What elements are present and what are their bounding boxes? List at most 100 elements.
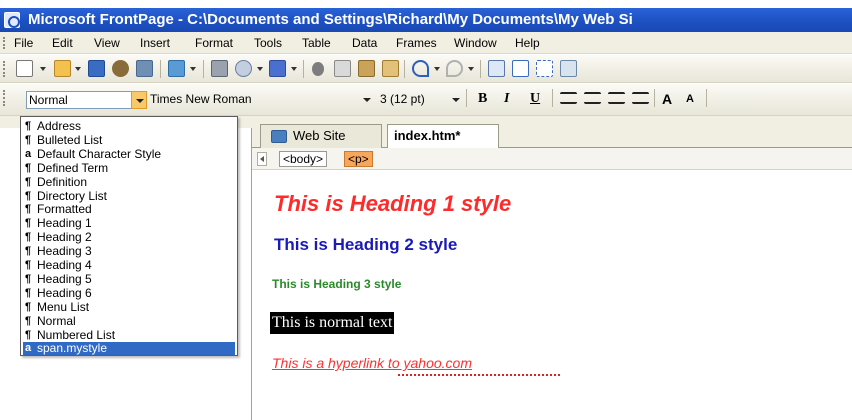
style-option[interactable]: ¶ Address: [23, 120, 235, 133]
menu-table[interactable]: Table: [302, 36, 331, 50]
title-bar: Microsoft FrontPage - C:\Documents and S…: [0, 8, 852, 32]
menu-insert[interactable]: Insert: [140, 36, 170, 50]
font-dropdown-button[interactable]: [360, 91, 374, 109]
design-view-canvas[interactable]: This is Heading 1 style This is Heading …: [252, 170, 852, 420]
style-option[interactable]: a span.mystyle: [23, 342, 235, 356]
menu-format[interactable]: Format: [195, 36, 233, 50]
menu-file[interactable]: File: [14, 36, 33, 50]
tag-back-arrow-icon[interactable]: [257, 152, 267, 166]
style-option[interactable]: ¶ Heading 2: [23, 231, 235, 244]
font-select[interactable]: Times New Roman: [148, 91, 360, 109]
paste-icon[interactable]: [358, 60, 375, 77]
style-option-label: Directory List: [37, 188, 108, 203]
print-icon[interactable]: [211, 60, 228, 77]
tab-index-htm[interactable]: index.htm*: [387, 124, 499, 149]
toolbar-separator: [480, 60, 481, 78]
new-page-icon[interactable]: [16, 60, 33, 77]
style-option[interactable]: ¶ Bulleted List: [23, 133, 235, 147]
underline-button[interactable]: U: [530, 90, 540, 108]
paragraph-mark-icon: ¶: [25, 161, 32, 174]
style-option[interactable]: ¶ Directory List: [23, 188, 235, 203]
style-option-label: Definition: [37, 174, 88, 189]
style-option[interactable]: ¶ Formatted: [23, 203, 235, 216]
paragraph-mark-icon: ¶: [25, 245, 32, 258]
save-icon[interactable]: [88, 60, 105, 77]
style-option[interactable]: a Default Character Style: [23, 147, 235, 161]
cropped-caption-text: [0, 0, 852, 8]
spelling-icon[interactable]: [269, 60, 286, 77]
tag-p-button[interactable]: <p>: [344, 151, 373, 167]
style-option[interactable]: ¶ Menu List: [23, 300, 235, 314]
font-size-select[interactable]: 3 (12 pt): [378, 91, 450, 109]
style-option[interactable]: ¶ Heading 3: [23, 245, 235, 258]
style-option[interactable]: ¶ Heading 4: [23, 259, 235, 272]
menubar-grip[interactable]: [3, 37, 5, 49]
menu-help[interactable]: Help: [515, 36, 540, 50]
style-dropdown-button[interactable]: [131, 91, 147, 109]
menu-window[interactable]: Window: [454, 36, 497, 50]
heading2-text[interactable]: This is Heading 2 style: [274, 235, 457, 255]
style-option[interactable]: ¶ Heading 1: [23, 217, 235, 230]
align-center-icon[interactable]: [584, 92, 601, 104]
style-option-label: Heading 2: [37, 230, 92, 245]
character-style-icon: a: [25, 147, 32, 160]
style-option-label: Defined Term: [37, 160, 109, 175]
web-component-icon[interactable]: [488, 60, 505, 77]
style-option[interactable]: ¶ Defined Term: [23, 160, 235, 175]
toggle-pane-icon[interactable]: [168, 60, 185, 77]
menu-bar: File Edit View Insert Format Tools Table…: [0, 32, 852, 54]
open-folder-icon[interactable]: [54, 60, 71, 77]
align-left-icon[interactable]: [560, 92, 577, 104]
style-option[interactable]: ¶ Definition: [23, 174, 235, 189]
preview-icon[interactable]: [235, 60, 252, 77]
format-painter-icon[interactable]: [382, 60, 399, 77]
decrease-font-size-icon[interactable]: A: [686, 90, 694, 108]
toolbar-grip[interactable]: [3, 61, 5, 77]
open-dropdown-arrow[interactable]: [75, 67, 81, 71]
normal-text-selected[interactable]: This is normal text: [270, 312, 395, 334]
menu-tools[interactable]: Tools: [254, 36, 282, 50]
yahoo-hyperlink[interactable]: This is a hyperlink to yahoo.com: [272, 355, 472, 371]
redo-dropdown-arrow[interactable]: [468, 67, 474, 71]
align-right-icon[interactable]: [608, 92, 625, 104]
menu-data[interactable]: Data: [352, 36, 377, 50]
heading1-text[interactable]: This is Heading 1 style: [274, 191, 511, 217]
heading3-text[interactable]: This is Heading 3 style: [272, 277, 401, 291]
frontpage-app-icon[interactable]: [4, 12, 20, 28]
tab-web-site[interactable]: Web Site: [260, 124, 382, 148]
style-option-label: Heading 1: [37, 216, 92, 231]
insert-table-icon[interactable]: [512, 60, 529, 77]
menu-edit[interactable]: Edit: [52, 36, 73, 50]
undo-icon[interactable]: [412, 60, 429, 77]
font-size-dropdown-button[interactable]: [449, 91, 463, 109]
bold-button[interactable]: B: [478, 90, 487, 108]
preview-dropdown-arrow[interactable]: [257, 67, 263, 71]
redo-icon[interactable]: [446, 60, 463, 77]
style-option[interactable]: ¶ Heading 6: [23, 286, 235, 300]
menu-view[interactable]: View: [94, 36, 120, 50]
insert-layer-icon[interactable]: [536, 60, 553, 77]
new-dropdown-arrow[interactable]: [40, 67, 46, 71]
copy-icon[interactable]: [334, 60, 351, 77]
justify-icon[interactable]: [632, 92, 649, 104]
search-icon[interactable]: [112, 60, 129, 77]
publish-icon[interactable]: [136, 60, 153, 77]
toolbar-separator: [404, 60, 405, 78]
increase-font-size-icon[interactable]: A: [662, 90, 672, 108]
style-option[interactable]: ¶ Normal: [23, 314, 235, 328]
pane-dropdown-arrow[interactable]: [190, 67, 196, 71]
menu-frames[interactable]: Frames: [396, 36, 437, 50]
toolbar-separator: [552, 89, 553, 107]
style-option[interactable]: ¶ Numbered List: [23, 328, 235, 342]
spelling-dropdown-arrow[interactable]: [291, 67, 297, 71]
undo-dropdown-arrow[interactable]: [434, 67, 440, 71]
cut-icon[interactable]: [312, 62, 324, 76]
tag-body-button[interactable]: <body>: [279, 151, 328, 167]
italic-button[interactable]: I: [504, 90, 509, 108]
paragraph-mark-icon: ¶: [25, 133, 32, 146]
insert-picture-icon[interactable]: [560, 60, 577, 77]
style-dropdown-list[interactable]: ¶ Address ¶ Bulleted List a Default Character…: [20, 116, 238, 356]
style-select[interactable]: Normal: [26, 91, 132, 109]
style-option[interactable]: ¶ Heading 5: [23, 272, 235, 286]
toolbar-grip[interactable]: [3, 90, 5, 106]
